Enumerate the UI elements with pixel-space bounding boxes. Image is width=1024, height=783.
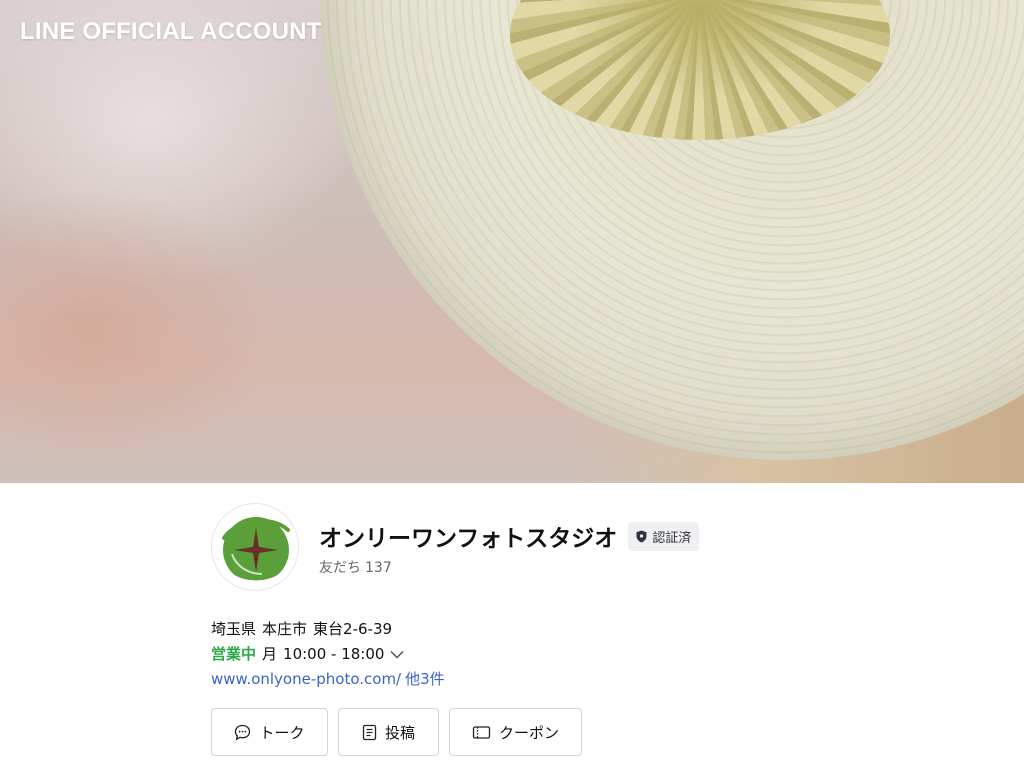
brand-label: LINE OFFICIAL ACCOUNT bbox=[20, 18, 322, 45]
account-info: 埼玉県 本庄市 東台2-6-39 営業中 月 10:00 - 18:00 www… bbox=[211, 617, 445, 692]
cover-photo bbox=[0, 0, 1024, 483]
hours-day: 月 bbox=[262, 645, 278, 663]
friends-count-row: 友だち 137 bbox=[319, 557, 392, 577]
shield-icon bbox=[636, 530, 647, 542]
posts-button-label: 投稿 bbox=[384, 723, 415, 742]
friends-label: 友だち bbox=[319, 560, 361, 576]
action-buttons: トーク 投稿 クーポン bbox=[211, 708, 582, 756]
address-prefecture: 埼玉県 bbox=[211, 620, 257, 638]
coupon-button[interactable]: クーポン bbox=[449, 708, 582, 756]
address-city: 本庄市 bbox=[262, 620, 308, 638]
address-street: 東台2-6-39 bbox=[313, 620, 393, 638]
open-status: 営業中 bbox=[211, 645, 257, 663]
coupon-button-label: クーポン bbox=[498, 723, 559, 742]
hours-time: 10:00 - 18:00 bbox=[283, 645, 385, 663]
post-icon bbox=[362, 724, 377, 740]
website-line: www.onlyone-photo.com/ 他3件 bbox=[211, 667, 445, 692]
chat-button[interactable]: トーク bbox=[211, 708, 328, 756]
business-hours-line: 営業中 月 10:00 - 18:00 bbox=[211, 642, 445, 667]
account-name-row: オンリーワンフォトスタジオ 認証済 bbox=[319, 519, 700, 553]
studio-logo-icon bbox=[222, 517, 290, 584]
chevron-down-icon[interactable] bbox=[390, 650, 404, 659]
verified-badge: 認証済 bbox=[628, 521, 700, 551]
website-link[interactable]: www.onlyone-photo.com/ bbox=[211, 667, 401, 692]
account-name: オンリーワンフォトスタジオ bbox=[319, 526, 618, 552]
coupon-icon bbox=[472, 725, 491, 739]
chat-bubble-icon bbox=[235, 724, 251, 740]
friends-count: 137 bbox=[365, 560, 392, 576]
avatar bbox=[211, 503, 299, 591]
posts-button[interactable]: 投稿 bbox=[338, 708, 439, 756]
verified-label: 認証済 bbox=[652, 530, 692, 546]
more-links[interactable]: 他3件 bbox=[405, 667, 445, 692]
address-line: 埼玉県 本庄市 東台2-6-39 bbox=[211, 617, 445, 642]
chat-button-label: トーク bbox=[259, 723, 305, 742]
